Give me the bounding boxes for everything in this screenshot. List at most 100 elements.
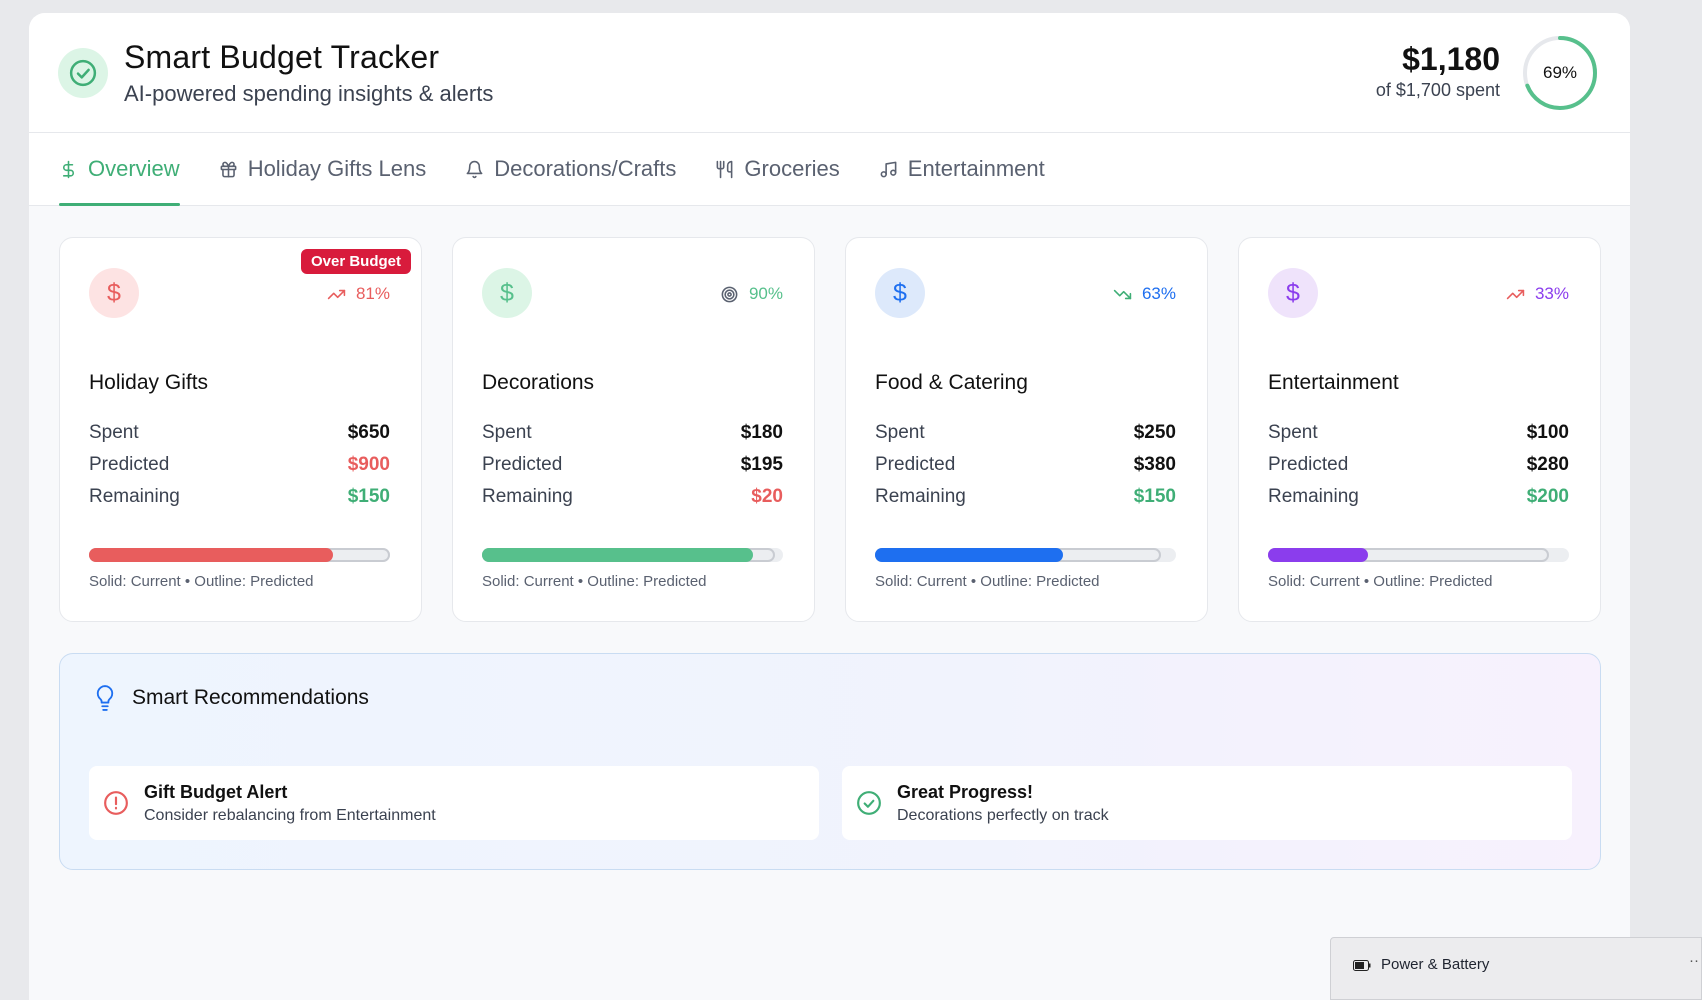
current-fill <box>482 548 753 562</box>
dollar-icon: $ <box>1268 268 1318 318</box>
alert-circle-icon <box>104 791 128 815</box>
tab-overview[interactable]: Overview <box>59 133 180 206</box>
budget-card-decorations[interactable]: $ 90% Decorations Spent $180 Predicted $19… <box>452 237 815 622</box>
recommendations-header: Smart Recommendations <box>94 684 369 712</box>
remaining-value: $150 <box>347 486 390 507</box>
spending-progress-bar <box>1268 548 1569 562</box>
spent-row: Spent $100 <box>1268 422 1569 444</box>
spent-label: Spent <box>89 422 139 443</box>
total-amount: $1,180 <box>1402 41 1500 77</box>
tab-holiday-gifts-lens[interactable]: Holiday Gifts Lens <box>219 133 426 205</box>
over-budget-badge: Over Budget <box>300 249 411 274</box>
tab-label: Decorations/Crafts <box>494 156 677 181</box>
remaining-value: $150 <box>1133 486 1176 507</box>
current-fill <box>1268 548 1369 562</box>
dollar-icon <box>62 160 74 178</box>
spent-value: $100 <box>1526 422 1569 443</box>
tab-entertainment[interactable]: Entertainment <box>879 133 1045 205</box>
predicted-label: Predicted <box>89 454 170 475</box>
smart-recommendations-panel: Smart Recommendations Gift Budget Alert … <box>59 653 1601 870</box>
total-budget-label: of $1,700 spent <box>1375 80 1500 100</box>
recommendations-title: Smart Recommendations <box>132 686 369 709</box>
budget-card-entertainment[interactable]: $ 33% Entertainment Spent $100 Predicted $… <box>1238 237 1601 622</box>
tab-decorations-crafts[interactable]: Decorations/Crafts <box>465 133 676 205</box>
spending-progress-bar <box>482 548 783 562</box>
tab-label: Overview <box>88 156 180 181</box>
recommendation-gift-budget-alert[interactable]: Gift Budget Alert Consider rebalancing f… <box>89 766 819 840</box>
more-options-icon[interactable]: ·· <box>1689 952 1699 969</box>
power-battery-flyout[interactable]: Power & Battery ·· <box>1330 937 1702 1000</box>
gift-icon <box>220 161 237 177</box>
category-tabs: Overview Holiday Gifts Lens Decorations/… <box>29 133 1630 206</box>
spent-label: Spent <box>482 422 532 443</box>
page-title: Smart Budget Tracker <box>124 39 440 75</box>
predicted-row: Predicted $195 <box>482 454 783 476</box>
spent-row: Spent $250 <box>875 422 1176 444</box>
remaining-label: Remaining <box>1268 486 1359 507</box>
predicted-label: Predicted <box>875 454 956 475</box>
budget-cards: $ Over Budget 81% Holiday Gifts Spent $65… <box>59 237 1601 622</box>
bar-legend: Solid: Current • Outline: Predicted <box>89 573 314 590</box>
current-fill <box>89 548 333 562</box>
dollar-icon: $ <box>875 268 925 318</box>
page-subtitle: AI-powered spending insights & alerts <box>124 81 494 106</box>
budget-card-food-catering[interactable]: $ 63% Food & Catering Spent $250 Predicte… <box>845 237 1208 622</box>
spent-label: Spent <box>1268 422 1318 443</box>
current-fill <box>875 548 1064 562</box>
recommendation-great-progress[interactable]: Great Progress! Decorations perfectly on… <box>842 766 1572 840</box>
predicted-value: $195 <box>740 454 783 475</box>
check-circle-icon <box>857 791 881 815</box>
trend-percent: 63% <box>1141 284 1176 303</box>
spent-row: Spent $650 <box>89 422 390 444</box>
remaining-label: Remaining <box>89 486 180 507</box>
trend-percent: 33% <box>1534 284 1569 303</box>
remaining-label: Remaining <box>482 486 573 507</box>
trending-down-icon <box>1113 289 1132 299</box>
card-title: Food & Catering <box>875 371 1028 394</box>
spending-progress-bar <box>89 548 390 562</box>
predicted-label: Predicted <box>1268 454 1349 475</box>
predicted-value: $280 <box>1526 454 1569 475</box>
trending-up-icon <box>1506 289 1525 299</box>
budget-progress-ring: 69% <box>1521 34 1599 112</box>
total-spent: $1,180 of $1,700 spent <box>1376 41 1500 101</box>
remaining-row: Remaining $20 <box>482 486 783 508</box>
lightbulb-icon <box>96 685 114 711</box>
card-title: Entertainment <box>1268 371 1399 394</box>
recommendation-title: Great Progress! <box>897 782 1034 802</box>
recommendation-description: Consider rebalancing from Entertainment <box>144 807 436 824</box>
trend-percent: 81% <box>355 284 390 303</box>
spent-value: $250 <box>1133 422 1176 443</box>
predicted-value: $900 <box>347 454 390 475</box>
spending-progress-bar <box>875 548 1176 562</box>
target-icon <box>721 286 738 302</box>
recommendation-description: Decorations perfectly on track <box>897 807 1109 824</box>
trend-indicator: 81% <box>327 284 390 304</box>
predicted-row: Predicted $280 <box>1268 454 1569 476</box>
check-circle-logo-icon <box>58 48 108 98</box>
music-icon <box>880 161 897 177</box>
remaining-value: $20 <box>751 486 783 507</box>
bar-legend: Solid: Current • Outline: Predicted <box>482 573 707 590</box>
remaining-label: Remaining <box>875 486 966 507</box>
tab-label: Groceries <box>744 156 840 181</box>
battery-icon <box>1353 960 1371 971</box>
trend-indicator: 33% <box>1506 284 1569 304</box>
remaining-row: Remaining $200 <box>1268 486 1569 508</box>
budget-app: Smart Budget Tracker AI-powered spending… <box>29 13 1630 1000</box>
spent-value: $180 <box>740 422 783 443</box>
utensils-icon <box>716 160 733 178</box>
bar-legend: Solid: Current • Outline: Predicted <box>1268 573 1493 590</box>
trend-indicator: 63% <box>1113 284 1176 304</box>
predicted-row: Predicted $900 <box>89 454 390 476</box>
app-header: Smart Budget Tracker AI-powered spending… <box>29 13 1630 133</box>
remaining-row: Remaining $150 <box>875 486 1176 508</box>
budget-progress-label: 69% <box>1542 63 1578 82</box>
dollar-icon: $ <box>482 268 532 318</box>
budget-card-holiday-gifts[interactable]: $ Over Budget 81% Holiday Gifts Spent $65… <box>59 237 422 622</box>
tab-groceries[interactable]: Groceries <box>715 133 840 205</box>
remaining-row: Remaining $150 <box>89 486 390 508</box>
trend-indicator: 90% <box>720 284 783 304</box>
trend-percent: 90% <box>748 284 783 303</box>
card-title: Holiday Gifts <box>89 371 209 394</box>
